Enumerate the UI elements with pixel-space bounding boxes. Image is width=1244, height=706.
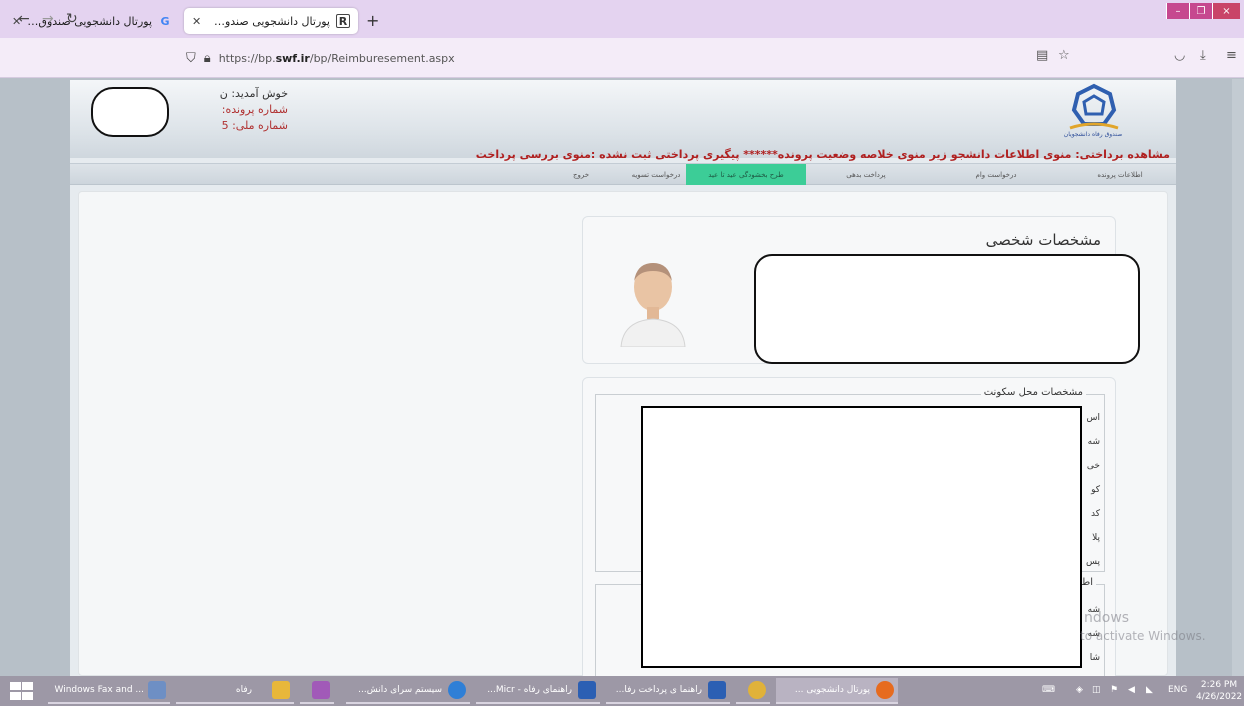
wifi-icon[interactable]: ◣ bbox=[1146, 685, 1153, 695]
volume-icon[interactable]: ◀ bbox=[1128, 685, 1135, 695]
redaction-mask bbox=[754, 254, 1140, 364]
shield-icon: ⛉ bbox=[186, 50, 196, 66]
clock[interactable]: 2:26 PM 4/26/2022 bbox=[1196, 679, 1242, 703]
taskbar-item-folder[interactable]: رفاه bbox=[176, 678, 294, 704]
activation-watermark-sub: to activate Windows. bbox=[1080, 629, 1206, 643]
tab-active[interactable]: R پورتال دانشجویی صندوق رفاه ✕ bbox=[184, 8, 358, 34]
user-info: خوش آمدید: ن شماره پرونده: شماره ملی: 5 bbox=[168, 86, 288, 134]
redaction-mask bbox=[91, 87, 169, 137]
back-icon[interactable]: ← bbox=[18, 11, 30, 27]
google-icon: G bbox=[160, 14, 170, 28]
menu-item-exit[interactable]: خروج bbox=[556, 164, 606, 185]
address-bar[interactable]: ⛉ 🔒︎ https://bp.swf.ir/bp/Reimburesement… bbox=[186, 45, 1076, 71]
bookmark-star-icon[interactable]: ☆ bbox=[1058, 48, 1070, 63]
taskbar-item-chrome[interactable] bbox=[736, 678, 770, 704]
firefox-icon bbox=[876, 681, 894, 699]
lock-icon: 🔒︎ bbox=[203, 50, 211, 66]
menu-item-amnesty-plan[interactable]: طرح بخشودگی عید تا عید bbox=[686, 164, 806, 185]
clock-date: 4/26/2022 bbox=[1196, 692, 1243, 702]
field-label: کو bbox=[1091, 485, 1100, 495]
welcome-text: خوش آمدید: ن bbox=[219, 87, 288, 100]
word-icon bbox=[708, 681, 726, 699]
taskbar-label: سیستم سرای دانش... bbox=[358, 685, 442, 695]
download-icon[interactable]: ⤓ bbox=[1200, 48, 1206, 63]
close-icon[interactable]: ✕ bbox=[192, 15, 201, 28]
avatar bbox=[620, 263, 686, 347]
file-number-text: شماره پرونده: bbox=[221, 103, 288, 116]
tab-inactive[interactable]: G پورتال دانشجویی صندوق رفاه - G ✕ bbox=[4, 8, 180, 34]
reader-view-icon[interactable]: ▤ bbox=[1036, 48, 1048, 63]
taskbar: Windows Fax and ... رفاه سیستم سرای دانش… bbox=[0, 676, 1244, 706]
forward-icon[interactable]: → bbox=[42, 11, 54, 27]
field-label: شا bbox=[1089, 653, 1100, 663]
notice-marquee: مشاهده برداختی: منوی اطلاعات دانشجو زیر … bbox=[475, 148, 1170, 161]
new-tab-button[interactable]: + bbox=[366, 11, 379, 30]
logo-caption: صندوق رفاه دانشجویان bbox=[1063, 131, 1123, 138]
residence-legend: مشخصات محل سکونت bbox=[980, 387, 1086, 398]
windows-start-icon[interactable] bbox=[8, 682, 34, 700]
field-label: شه bbox=[1087, 437, 1100, 447]
taskbar-item-ie[interactable]: سیستم سرای دانش... bbox=[346, 678, 470, 704]
network-icon[interactable]: ◈ bbox=[1076, 685, 1083, 695]
menu-item-pay-debt[interactable]: پرداخت بدهی bbox=[806, 164, 926, 185]
keyboard-icon[interactable]: ⌨ bbox=[1042, 685, 1055, 695]
snipping-tool-icon bbox=[312, 681, 330, 699]
activation-watermark: ndows bbox=[1084, 610, 1130, 626]
taskbar-label: پورتال دانشجویی ... bbox=[794, 685, 870, 695]
menu-icon[interactable]: ≡ bbox=[1226, 48, 1237, 63]
chrome-icon bbox=[748, 681, 766, 699]
taskbar-label: Windows Fax and ... bbox=[54, 685, 144, 695]
word-icon bbox=[578, 681, 596, 699]
redaction-mask bbox=[641, 406, 1082, 668]
taskbar-item-firefox[interactable]: پورتال دانشجویی ... bbox=[776, 678, 898, 704]
language-indicator[interactable]: ENG bbox=[1168, 685, 1187, 695]
field-label: خی bbox=[1086, 461, 1100, 471]
minimize-button[interactable]: – bbox=[1166, 3, 1189, 19]
scrollbar[interactable] bbox=[1232, 79, 1244, 676]
url-text: https://bp.swf.ir/bp/Reimburesement.aspx bbox=[218, 51, 455, 65]
site-header: خوش آمدید: ن شماره پرونده: شماره ملی: 5 … bbox=[70, 80, 1176, 158]
menu-item-settlement-request[interactable]: درخواست تسویه bbox=[626, 164, 686, 185]
tray-icon[interactable]: ◫ bbox=[1092, 685, 1101, 695]
field-label: کد bbox=[1090, 509, 1100, 519]
taskbar-item-word-2[interactable]: راهنما ی پرداخت رفا... bbox=[606, 678, 730, 704]
taskbar-item-fax[interactable]: Windows Fax and ... bbox=[48, 678, 170, 704]
taskbar-item-word-1[interactable]: راهنمای رفاه - Micr... bbox=[476, 678, 600, 704]
window-close-button[interactable]: × bbox=[1212, 3, 1240, 19]
reload-icon[interactable]: ↻ bbox=[66, 11, 78, 27]
fax-icon bbox=[148, 681, 166, 699]
menu-item-file-info[interactable]: اطلاعات پرونده bbox=[1070, 164, 1170, 185]
clock-time: 2:26 PM bbox=[1200, 680, 1238, 690]
taskbar-label: رفاه bbox=[235, 685, 252, 695]
field-label: اس bbox=[1086, 413, 1101, 423]
national-id-text: شماره ملی: 5 bbox=[221, 119, 288, 132]
taskbar-item-snip[interactable] bbox=[300, 678, 334, 704]
flag-icon[interactable]: ⚑ bbox=[1110, 685, 1118, 695]
taskbar-label: راهنمای رفاه - Micr... bbox=[487, 685, 572, 695]
folder-icon bbox=[272, 681, 290, 699]
taskbar-label: راهنما ی پرداخت رفا... bbox=[615, 685, 702, 695]
maximize-button[interactable]: ❐ bbox=[1189, 3, 1212, 19]
internet-explorer-icon bbox=[448, 681, 466, 699]
window-controls: – ❐ × bbox=[1166, 3, 1240, 19]
pocket-icon[interactable]: ◡ bbox=[1174, 48, 1185, 63]
field-label: پلا bbox=[1092, 533, 1100, 543]
site-favicon-icon: R bbox=[336, 14, 350, 28]
personal-info-title: مشخصات شخصی bbox=[985, 231, 1101, 249]
tab-strip: G پورتال دانشجویی صندوق رفاه - G ✕ R پور… bbox=[0, 0, 1244, 38]
menu-item-loan-request[interactable]: درخواست وام bbox=[946, 164, 1046, 185]
main-menu: اطلاعات پرونده درخواست وام پرداخت بدهی ط… bbox=[70, 163, 1176, 185]
tab-title: پورتال دانشجویی صندوق رفاه bbox=[207, 14, 330, 28]
field-label: پس bbox=[1086, 557, 1100, 567]
